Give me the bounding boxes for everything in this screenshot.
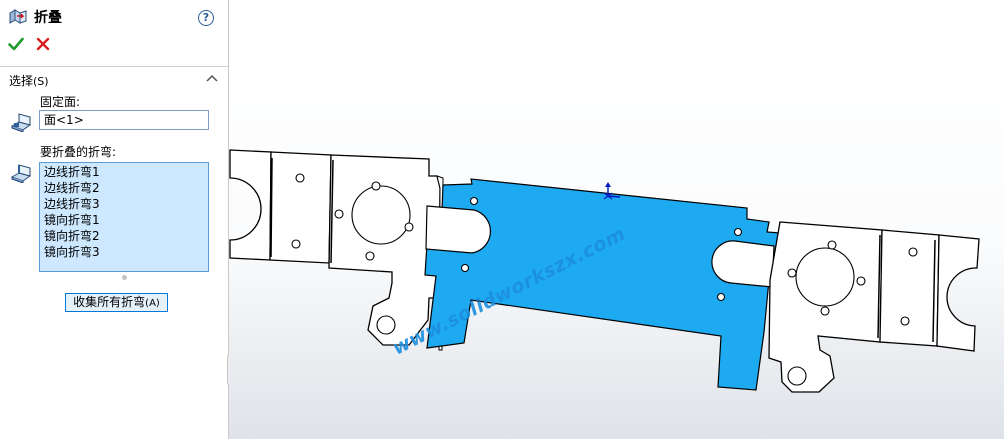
graphics-viewport[interactable]: www.solidworkszx.com	[229, 0, 1004, 439]
collect-button-label: 收集所有折弯	[73, 295, 146, 309]
selection-section-header[interactable]: 选择(S)	[9, 72, 49, 89]
fold-feature-icon	[9, 9, 27, 24]
list-item[interactable]: 镜向折弯2	[44, 228, 204, 244]
right-slot	[711, 240, 775, 288]
help-icon[interactable]: ?	[198, 10, 214, 26]
fixed-face-field[interactable]: 面<1>	[39, 110, 209, 130]
ok-checkmark-icon[interactable]	[8, 36, 24, 52]
fixed-face-label: 固定面:	[40, 95, 81, 109]
list-resize-grip[interactable]	[122, 275, 127, 280]
bends-select-icon	[10, 164, 32, 183]
section-accel: (S)	[33, 75, 49, 88]
panel-header: 折叠	[8, 6, 62, 28]
list-item[interactable]: 边线折弯2	[44, 180, 204, 196]
list-item[interactable]: 镜向折弯1	[44, 212, 204, 228]
left-tab-flange	[269, 151, 332, 264]
fixed-face-icon	[10, 113, 32, 132]
collect-all-bends-button[interactable]: 收集所有折弯(A)	[65, 293, 168, 312]
sheet-metal-part[interactable]	[229, 0, 1004, 439]
left-end-flange	[229, 149, 272, 261]
property-manager-panel: 折叠 ? 选择(S) 固定面: 面<1> 要折叠的折弯: 边线折弯1 边线折弯2…	[0, 0, 229, 439]
panel-divider	[0, 66, 228, 67]
list-item[interactable]: 边线折弯1	[44, 164, 204, 180]
chevron-up-icon[interactable]	[206, 74, 218, 82]
right-tab-flange	[879, 229, 940, 347]
list-item[interactable]: 边线折弯3	[44, 196, 204, 212]
section-title: 选择	[9, 74, 34, 88]
bends-label: 要折叠的折弯:	[40, 145, 117, 159]
left-slot	[425, 205, 492, 254]
right-end-flange	[936, 234, 980, 352]
fixed-face-selected[interactable]	[424, 178, 782, 391]
panel-title: 折叠	[34, 10, 62, 26]
origin-triad-icon	[603, 182, 621, 200]
bends-list[interactable]: 边线折弯1 边线折弯2 边线折弯3 镜向折弯1 镜向折弯2 镜向折弯3	[39, 162, 209, 272]
collect-button-accel: (A)	[145, 298, 160, 309]
list-item[interactable]: 镜向折弯3	[44, 244, 204, 260]
cancel-x-icon[interactable]	[36, 37, 50, 51]
